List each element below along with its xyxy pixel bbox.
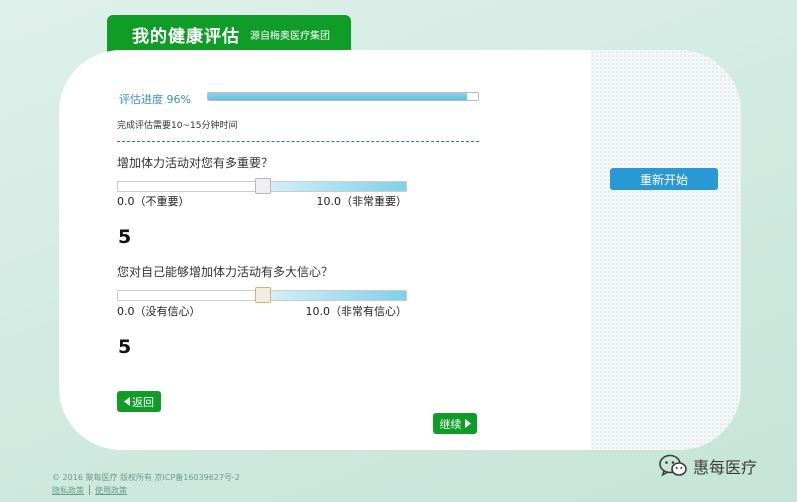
page-subtitle: 源自梅奥医疗集团 <box>250 30 330 42</box>
restart-button[interactable]: 重新开始 <box>610 168 718 190</box>
question-confidence: 您对自己能够增加体力活动有多大信心？ <box>117 265 334 279</box>
confidence-slider[interactable] <box>117 287 407 303</box>
slider-thumb[interactable] <box>255 287 271 303</box>
confidence-value: 5 <box>118 336 132 358</box>
triangle-left-icon <box>124 397 130 406</box>
back-button-label: 返回 <box>132 395 154 409</box>
side-panel <box>591 50 741 450</box>
slider-thumb[interactable] <box>255 178 271 194</box>
terms-of-use-link[interactable]: 使用政策 <box>95 485 127 496</box>
divider <box>117 141 479 142</box>
privacy-policy-link[interactable]: 隐私政策 <box>52 485 84 496</box>
back-button[interactable]: 返回 <box>117 391 161 412</box>
next-button[interactable]: 继续 <box>433 413 477 434</box>
importance-value: 5 <box>118 226 132 248</box>
importance-max-label: 10.0（非常重要） <box>316 195 408 208</box>
footer-separator <box>89 485 90 495</box>
slider-fill <box>263 291 406 300</box>
watermark-text: 惠每医疗 <box>693 458 758 477</box>
question-importance: 增加体力活动对您有多重要？ <box>117 156 274 170</box>
assessment-card: 重新开始 评估进度 96% 完成评估需要10~15分钟时间 增加体力活动对您有多… <box>59 50 741 450</box>
progress-bar <box>207 92 479 101</box>
next-button-label: 继续 <box>439 417 462 431</box>
watermark: 惠每医疗 <box>659 454 757 478</box>
header-tab: 我的健康评估 源自梅奥医疗集团 <box>107 15 351 53</box>
footer-copyright: © 2016 ​聚​每​医​疗 ​版​权​所​有 ​京​ICP​备​160396… <box>52 473 240 482</box>
footer-links: 隐私政策 使用政策 <box>52 485 127 496</box>
triangle-right-icon <box>464 419 471 428</box>
slider-fill <box>263 182 406 191</box>
progress-label: 评估进度 96% <box>119 93 191 106</box>
page-title: 我的健康评估 <box>132 26 240 47</box>
importance-slider[interactable] <box>117 178 407 194</box>
progress-note: 完成评估需要10~15分钟时间 <box>117 121 238 131</box>
progress-fill <box>208 93 468 100</box>
wechat-icon <box>659 454 687 477</box>
confidence-max-label: 10.0（非常有信心） <box>305 305 408 318</box>
